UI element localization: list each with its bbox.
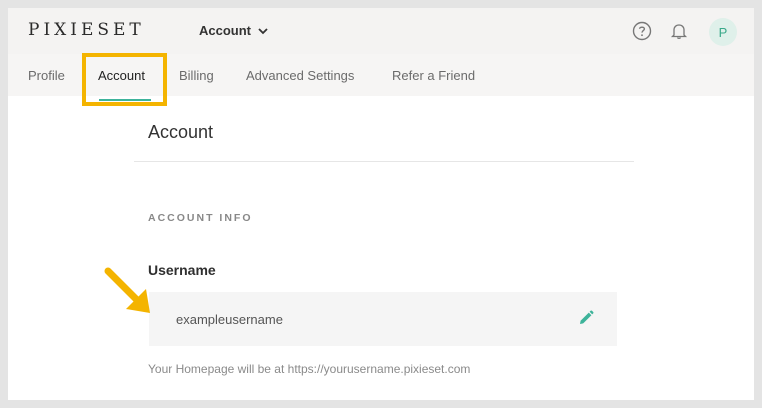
pencil-icon[interactable]: [577, 309, 595, 327]
tab-refer-a-friend[interactable]: Refer a Friend: [392, 68, 475, 83]
tab-profile[interactable]: Profile: [28, 68, 65, 83]
page-title: Account: [148, 122, 214, 142]
divider: [134, 161, 634, 162]
question-circle-icon[interactable]: [632, 21, 652, 41]
arrow-annotation-icon: [104, 267, 150, 313]
avatar[interactable]: P: [709, 18, 737, 46]
tab-advanced-settings[interactable]: Advanced Settings: [246, 68, 354, 83]
pixieset-logo[interactable]: PIXIESET: [28, 20, 145, 40]
username-value[interactable]: exampleusername: [176, 312, 283, 327]
account-dropdown[interactable]: Account: [199, 23, 269, 38]
username-label: Username: [148, 262, 216, 278]
app-window: PIXIESET Account P Profile Account Billi…: [8, 8, 754, 400]
top-bar: PIXIESET Account P: [8, 8, 754, 54]
account-dropdown-label: Account: [199, 23, 251, 38]
section-heading-account-info: ACCOUNT INFO: [148, 212, 253, 224]
bell-icon[interactable]: [670, 22, 688, 40]
homepage-url-hint: Your Homepage will be at https://youruse…: [148, 362, 471, 376]
highlight-annotation-box: [82, 53, 167, 106]
username-field[interactable]: exampleusername: [149, 292, 617, 346]
chevron-down-icon: [258, 27, 268, 34]
tab-billing[interactable]: Billing: [179, 68, 214, 83]
